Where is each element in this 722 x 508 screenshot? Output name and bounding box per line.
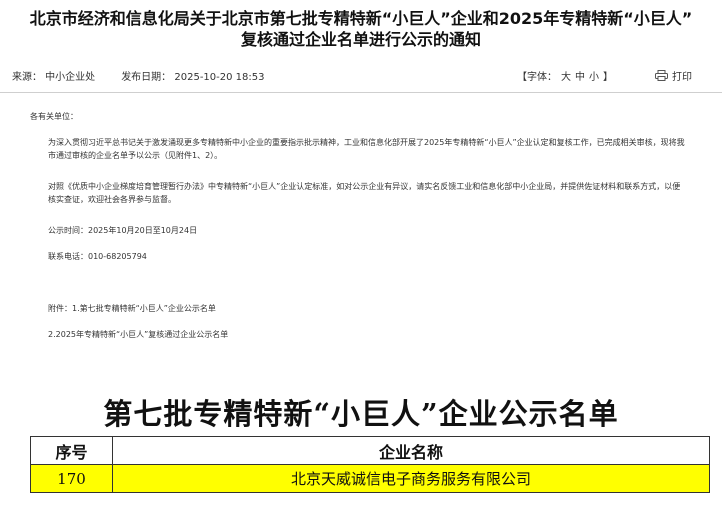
paragraph-intro: 为深入贯彻习近平总书记关于激发涌现更多专精特新中小企业的重要指示批示精神，工业和… [48, 138, 685, 160]
notice-page: 北京市经济和信息化局关于北京市第七批专精特新“小巨人”企业和2025年专精特新“… [0, 0, 722, 508]
publish-date: 发布日期： 2025-10-20 18:53 [121, 72, 265, 83]
print-button[interactable]: 打印 [655, 68, 692, 83]
attachment-link-1[interactable]: 附件：1.第七批专精特新“小巨人”企业公示名单 [48, 302, 216, 315]
attachment-link-2[interactable]: 2.2025年专精特新“小巨人”复核通过企业公示名单 [48, 328, 228, 341]
printer-icon [655, 70, 668, 81]
header-divider [0, 92, 722, 93]
print-label: 打印 [672, 72, 692, 83]
font-label-close: 】 [603, 72, 613, 83]
meta-right: 【字体： 大中小】 打印 [515, 68, 692, 83]
company-list-table: 序号 企业名称 170 北京天威诚信电子商务服务有限公司 [30, 436, 710, 493]
page-title: 北京市经济和信息化局关于北京市第七批专精特新“小巨人”企业和2025年专精特新“… [29, 9, 693, 49]
font-small-link[interactable]: 小 [589, 72, 599, 83]
font-label-open: 【字体： [517, 72, 557, 83]
header-company-name: 企业名称 [112, 436, 710, 465]
table-row: 170 北京天威诚信电子商务服务有限公司 [30, 464, 710, 493]
font-size-switch: 【字体： 大中小】 [515, 68, 615, 83]
meta-left: 来源： 中小企业处 发布日期： 2025-10-20 18:53 [12, 68, 264, 83]
meta-bar: 来源： 中小企业处 发布日期： 2025-10-20 18:53 【字体： 大中小… [0, 64, 722, 86]
font-medium-link[interactable]: 中 [575, 72, 585, 83]
row-serial-number: 170 [30, 464, 113, 493]
contact-phone: 联系电话：010-68205794 [48, 252, 147, 261]
row-company-name: 北京天威诚信电子商务服务有限公司 [112, 464, 710, 493]
source-label: 来源： 中小企业处 [12, 72, 96, 83]
header-serial-number: 序号 [30, 436, 113, 465]
publication-period: 公示时间：2025年10月20日至10月24日 [48, 226, 198, 235]
font-large-link[interactable]: 大 [561, 72, 571, 83]
list-heading: 第七批专精特新“小巨人”企业公示名单 [103, 397, 619, 431]
salutation: 各有关单位： [30, 112, 78, 121]
table-header-row: 序号 企业名称 [30, 436, 710, 465]
paragraph-objection: 对照《优质中小企业梯度培育管理暂行办法》中专精特新“小巨人”企业认定标准，如对公… [48, 182, 681, 204]
